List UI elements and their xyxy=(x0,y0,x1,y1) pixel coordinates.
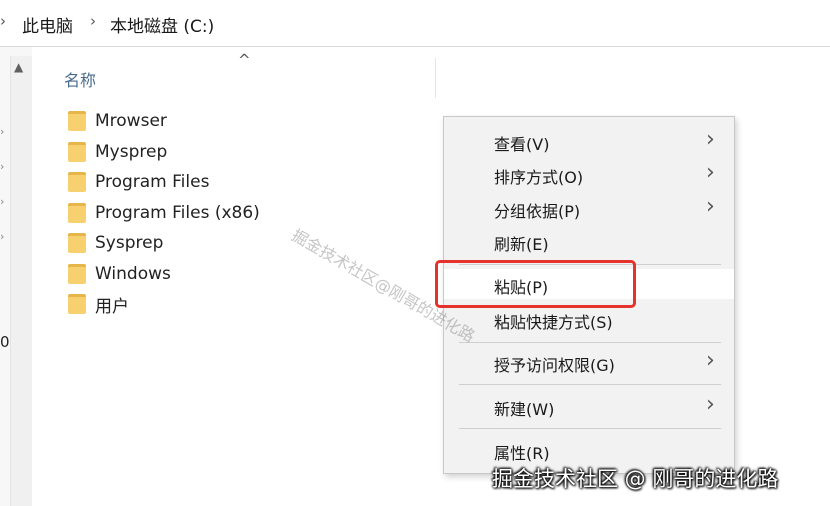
submenu-arrow-icon: › xyxy=(706,160,715,185)
list-item[interactable]: Program Files xyxy=(68,169,209,195)
menu-item-label: 新建(W) xyxy=(494,400,555,419)
menu-item-refresh[interactable]: 刷新(E) xyxy=(444,226,734,256)
menu-item-properties[interactable]: 属性(R) xyxy=(444,435,734,465)
file-name: Mrowser xyxy=(95,111,167,131)
list-item[interactable]: 用户 xyxy=(68,291,129,317)
menu-item-label: 查看(V) xyxy=(494,135,550,154)
nav-expand-icon[interactable]: › xyxy=(0,195,4,208)
breadcrumb-item-this-pc[interactable]: 此电脑 xyxy=(22,12,73,37)
menu-item-sort-by[interactable]: 排序方式(O) › xyxy=(444,159,734,189)
list-item[interactable]: Program Files (x86) xyxy=(68,200,260,226)
submenu-arrow-icon: › xyxy=(706,127,715,152)
scroll-up-arrow-icon[interactable]: ▲ xyxy=(14,60,23,74)
menu-item-label: 排序方式(O) xyxy=(494,168,584,187)
menu-separator xyxy=(459,428,721,429)
file-name: Windows xyxy=(95,264,171,284)
menu-item-label: 分组依据(P) xyxy=(494,202,581,221)
breadcrumb-item-local-disk[interactable]: 本地磁盘 (C:) xyxy=(110,12,214,37)
menu-separator xyxy=(459,384,721,385)
file-name: 用户 xyxy=(95,296,129,317)
corner-watermark: 掘金技术社区 @ 刚哥的进化路 xyxy=(492,467,779,491)
folder-icon xyxy=(68,142,86,162)
menu-item-label: 粘贴快捷方式(S) xyxy=(494,313,613,332)
submenu-arrow-icon: › xyxy=(706,194,715,219)
folder-icon xyxy=(68,172,86,192)
folder-icon xyxy=(68,233,86,253)
vertical-scrollbar[interactable] xyxy=(10,56,32,506)
file-name: Mysprep xyxy=(95,142,168,162)
sort-ascending-icon: ^ xyxy=(238,51,251,69)
submenu-arrow-icon: › xyxy=(706,392,715,417)
nav-expand-icon[interactable]: › xyxy=(0,125,4,138)
column-header-name[interactable]: 名称 xyxy=(64,67,96,91)
breadcrumb-separator-icon: › xyxy=(0,12,6,30)
menu-item-label: 属性(R) xyxy=(494,444,550,463)
file-name: Program Files xyxy=(95,172,210,192)
menu-separator xyxy=(459,342,721,343)
list-item[interactable]: Sysprep xyxy=(68,230,163,256)
highlight-box xyxy=(435,260,636,308)
nav-expand-icon[interactable]: › xyxy=(0,160,4,173)
menu-item-paste-shortcut[interactable]: 粘贴快捷方式(S) xyxy=(444,304,734,334)
file-name: Sysprep xyxy=(95,233,164,253)
folder-icon xyxy=(68,111,86,131)
folder-icon xyxy=(68,203,86,223)
nav-partial-label: 0 xyxy=(0,333,10,351)
list-item[interactable]: Mrowser xyxy=(68,108,167,134)
nav-expand-icon[interactable]: › xyxy=(0,230,4,243)
menu-item-label: 授予访问权限(G) xyxy=(494,356,615,375)
menu-item-label: 刷新(E) xyxy=(494,235,549,254)
menu-item-give-access[interactable]: 授予访问权限(G) › xyxy=(444,347,734,377)
menu-item-group-by[interactable]: 分组依据(P) › xyxy=(444,193,734,223)
breadcrumb-separator-icon: › xyxy=(90,12,96,30)
column-divider[interactable] xyxy=(435,58,436,98)
folder-icon xyxy=(68,294,86,314)
menu-item-new[interactable]: 新建(W) › xyxy=(444,391,734,421)
submenu-arrow-icon: › xyxy=(706,348,715,373)
folder-icon xyxy=(68,264,86,284)
list-item[interactable]: Windows xyxy=(68,261,171,287)
file-name: Program Files (x86) xyxy=(95,203,260,223)
list-item[interactable]: Mysprep xyxy=(68,139,167,165)
menu-item-view[interactable]: 查看(V) › xyxy=(444,126,734,156)
address-bar[interactable]: › 此电脑 › 本地磁盘 (C:) xyxy=(0,0,830,47)
